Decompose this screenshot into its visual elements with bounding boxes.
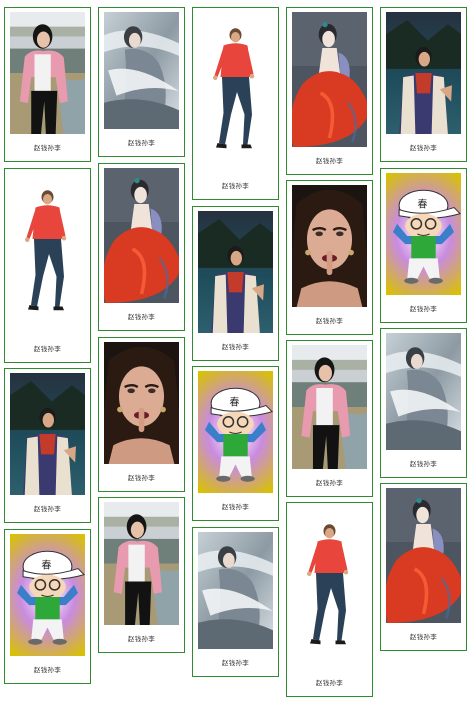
card-caption: 赵钱孙李 xyxy=(221,503,250,511)
gallery-card[interactable]: 赵钱孙李 xyxy=(286,502,373,697)
gallery-card[interactable]: 赵钱孙李 xyxy=(192,366,279,521)
card-caption: 赵钱孙李 xyxy=(127,313,156,321)
gallery-card[interactable]: 赵钱孙李 xyxy=(380,328,467,478)
card-image xyxy=(10,173,85,335)
gallery-card[interactable]: 赵钱孙李 xyxy=(286,180,373,335)
card-image xyxy=(104,502,179,625)
card-caption: 赵钱孙李 xyxy=(315,479,344,487)
card-caption: 赵钱孙李 xyxy=(33,345,62,353)
card-caption: 赵钱孙李 xyxy=(409,633,438,641)
card-image xyxy=(386,173,461,295)
card-caption: 赵钱孙李 xyxy=(221,182,250,190)
card-image xyxy=(198,371,273,493)
card-caption: 赵钱孙李 xyxy=(315,157,344,165)
card-caption: 赵钱孙李 xyxy=(221,659,250,667)
card-image xyxy=(292,12,367,147)
gallery-card[interactable]: 赵钱孙李 xyxy=(98,497,185,653)
card-caption: 赵钱孙李 xyxy=(315,679,344,687)
card-caption: 赵钱孙李 xyxy=(127,474,156,482)
gallery-card[interactable]: 赵钱孙李 xyxy=(4,529,91,684)
card-image xyxy=(198,211,273,333)
card-image xyxy=(292,345,367,469)
card-image xyxy=(104,342,179,464)
gallery-card[interactable]: 赵钱孙李 xyxy=(380,168,467,323)
gallery-card[interactable]: 赵钱孙李 xyxy=(380,483,467,651)
card-caption: 赵钱孙李 xyxy=(33,505,62,513)
card-caption: 赵钱孙李 xyxy=(127,635,156,643)
gallery-card[interactable]: 赵钱孙李 xyxy=(98,163,185,331)
card-image xyxy=(10,534,85,656)
card-image xyxy=(10,12,85,134)
card-image xyxy=(198,532,273,649)
card-caption: 赵钱孙李 xyxy=(409,305,438,313)
card-caption: 赵钱孙李 xyxy=(315,317,344,325)
gallery-card[interactable]: 赵钱孙李 xyxy=(192,527,279,677)
card-caption: 赵钱孙李 xyxy=(409,144,438,152)
card-image xyxy=(386,12,461,134)
gallery-card[interactable]: 赵钱孙李 xyxy=(98,7,185,157)
card-caption: 赵钱孙李 xyxy=(409,460,438,468)
gallery-card[interactable]: 赵钱孙李 xyxy=(98,337,185,492)
card-caption: 赵钱孙李 xyxy=(221,343,250,351)
card-image xyxy=(292,507,367,669)
card-image xyxy=(386,333,461,450)
gallery-card[interactable]: 赵钱孙李 xyxy=(286,340,373,497)
gallery-card[interactable]: 赵钱孙李 xyxy=(192,206,279,361)
card-image xyxy=(104,168,179,303)
card-image xyxy=(198,12,273,172)
card-caption: 赵钱孙李 xyxy=(33,666,62,674)
card-caption: 赵钱孙李 xyxy=(33,144,62,152)
card-image xyxy=(386,488,461,623)
card-caption: 赵钱孙李 xyxy=(127,139,156,147)
card-image xyxy=(104,12,179,129)
gallery-card[interactable]: 赵钱孙李 xyxy=(380,7,467,162)
card-image xyxy=(10,373,85,495)
gallery-card[interactable]: 赵钱孙李 xyxy=(4,368,91,523)
gallery-card[interactable]: 赵钱孙李 xyxy=(4,168,91,363)
gallery-card[interactable]: 赵钱孙李 xyxy=(4,7,91,162)
card-image xyxy=(292,185,367,307)
gallery-card[interactable]: 赵钱孙李 xyxy=(286,7,373,175)
gallery-card[interactable]: 赵钱孙李 xyxy=(192,7,279,200)
